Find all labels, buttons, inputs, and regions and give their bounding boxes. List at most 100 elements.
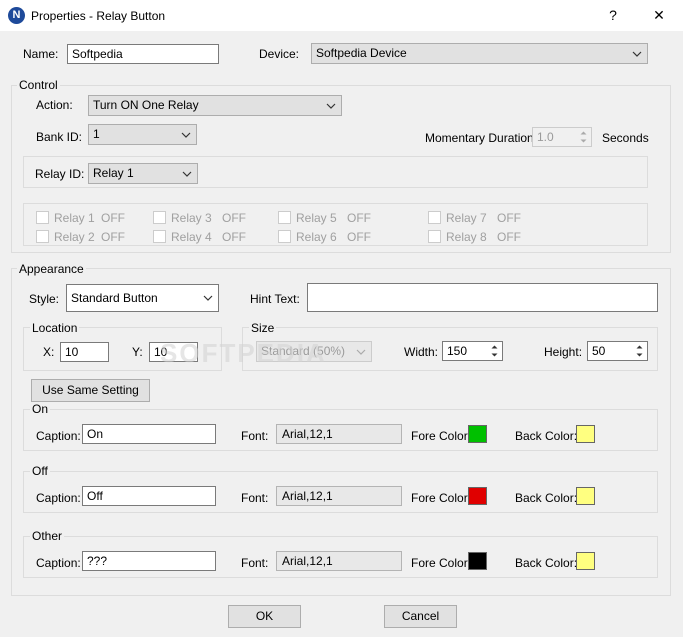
- other-back-color-swatch[interactable]: [576, 552, 595, 570]
- relay-4-state: OFF: [222, 230, 246, 244]
- bank-id-select[interactable]: 1: [88, 124, 197, 145]
- use-same-setting-button[interactable]: Use Same Setting: [31, 379, 150, 402]
- y-label: Y:: [132, 345, 143, 359]
- relay-6-checkbox[interactable]: [278, 230, 291, 243]
- device-select-value: Softpedia Device: [316, 46, 407, 60]
- chevron-down-icon: [355, 342, 367, 361]
- relay-8-label: Relay 8: [446, 230, 487, 244]
- on-back-color-label: Back Color:: [515, 429, 578, 443]
- x-input[interactable]: 10: [60, 342, 109, 362]
- off-caption-input[interactable]: Off: [82, 486, 216, 506]
- off-caption-label: Caption:: [36, 491, 81, 505]
- other-fore-color-swatch[interactable]: [468, 552, 487, 570]
- spinner-arrows-icon[interactable]: [576, 129, 590, 145]
- appearance-group-title: Appearance: [17, 262, 86, 276]
- relay-5-checkbox[interactable]: [278, 211, 291, 224]
- other-state-title: Other: [30, 529, 65, 543]
- device-label: Device:: [259, 47, 300, 61]
- on-font-selector[interactable]: Arial,12,1: [276, 424, 402, 444]
- relay-2-state: OFF: [101, 230, 125, 244]
- cancel-button[interactable]: Cancel: [384, 605, 457, 628]
- width-value: 150: [447, 344, 468, 358]
- relay-1-checkbox[interactable]: [36, 211, 49, 224]
- relay-8-checkbox[interactable]: [428, 230, 441, 243]
- name-input[interactable]: Softpedia: [67, 44, 219, 64]
- relay-2-checkbox[interactable]: [36, 230, 49, 243]
- on-font-label: Font:: [241, 429, 269, 443]
- action-select-value: Turn ON One Relay: [93, 98, 199, 112]
- relay-3-checkbox[interactable]: [153, 211, 166, 224]
- relay-3-state: OFF: [222, 211, 246, 225]
- action-select[interactable]: Turn ON One Relay: [88, 95, 342, 116]
- spinner-arrows-icon[interactable]: [632, 343, 646, 359]
- on-caption-input[interactable]: On: [82, 424, 216, 444]
- size-select[interactable]: Standard (50%): [256, 341, 372, 362]
- momentary-duration-stepper[interactable]: 1.0: [532, 127, 592, 147]
- momentary-duration-label: Momentary Duration:: [425, 131, 538, 145]
- y-input[interactable]: 10: [149, 342, 198, 362]
- seconds-label: Seconds: [602, 131, 649, 145]
- close-button[interactable]: ✕: [650, 6, 668, 24]
- relay-1-state: OFF: [101, 211, 125, 225]
- size-group-title: Size: [249, 321, 277, 335]
- relay-id-select[interactable]: Relay 1: [88, 163, 198, 184]
- off-state-title: Off: [30, 464, 50, 478]
- chevron-down-icon: [202, 285, 214, 311]
- height-stepper[interactable]: 50: [587, 341, 648, 361]
- window-title: Properties - Relay Button: [31, 9, 166, 23]
- other-caption-label: Caption:: [36, 556, 81, 570]
- relay-4-checkbox[interactable]: [153, 230, 166, 243]
- relay-4-label: Relay 4: [171, 230, 212, 244]
- hint-text-input[interactable]: [307, 283, 658, 312]
- other-fore-color-label: Fore Color:: [411, 556, 472, 570]
- on-fore-color-label: Fore Color:: [411, 429, 472, 443]
- chevron-down-icon: [631, 44, 643, 63]
- chevron-down-icon: [325, 96, 337, 115]
- off-back-color-label: Back Color:: [515, 491, 578, 505]
- other-font-selector[interactable]: Arial,12,1: [276, 551, 402, 571]
- action-label: Action:: [36, 98, 73, 112]
- help-button[interactable]: ?: [604, 6, 622, 24]
- bank-id-value: 1: [93, 127, 100, 141]
- relay-1-label: Relay 1: [54, 211, 95, 225]
- style-select[interactable]: Standard Button: [66, 284, 219, 312]
- height-label: Height:: [544, 345, 583, 359]
- on-fore-color-swatch[interactable]: [468, 425, 487, 443]
- location-group-title: Location: [30, 321, 80, 335]
- other-back-color-label: Back Color:: [515, 556, 578, 570]
- bank-id-label: Bank ID:: [36, 130, 83, 144]
- chevron-down-icon: [180, 125, 192, 144]
- hint-text-label: Hint Text:: [250, 292, 300, 306]
- chevron-down-icon: [181, 164, 193, 183]
- relay-7-checkbox[interactable]: [428, 211, 441, 224]
- off-back-color-swatch[interactable]: [576, 487, 595, 505]
- on-caption-label: Caption:: [36, 429, 81, 443]
- style-select-value: Standard Button: [71, 291, 158, 305]
- off-fore-color-swatch[interactable]: [468, 487, 487, 505]
- app-logo-icon: N: [8, 7, 25, 24]
- size-select-value: Standard (50%): [261, 344, 346, 358]
- momentary-duration-value: 1.0: [537, 130, 554, 144]
- relay-5-label: Relay 5: [296, 211, 337, 225]
- relay-6-state: OFF: [347, 230, 371, 244]
- off-font-selector[interactable]: Arial,12,1: [276, 486, 402, 506]
- device-select[interactable]: Softpedia Device: [311, 43, 648, 64]
- on-state-title: On: [30, 402, 51, 416]
- width-stepper[interactable]: 150: [442, 341, 503, 361]
- width-label: Width:: [404, 345, 439, 359]
- relay-id-label: Relay ID:: [35, 167, 85, 181]
- other-caption-input[interactable]: ???: [82, 551, 216, 571]
- name-label: Name:: [23, 47, 59, 61]
- relay-5-state: OFF: [347, 211, 371, 225]
- relay-8-state: OFF: [497, 230, 521, 244]
- height-value: 50: [592, 344, 606, 358]
- control-group-title: Control: [17, 78, 60, 92]
- relay-id-value: Relay 1: [93, 166, 134, 180]
- spinner-arrows-icon[interactable]: [487, 343, 501, 359]
- on-back-color-swatch[interactable]: [576, 425, 595, 443]
- style-label: Style:: [29, 292, 60, 306]
- other-font-label: Font:: [241, 556, 269, 570]
- relay-7-label: Relay 7: [446, 211, 487, 225]
- relay-7-state: OFF: [497, 211, 521, 225]
- ok-button[interactable]: OK: [228, 605, 301, 628]
